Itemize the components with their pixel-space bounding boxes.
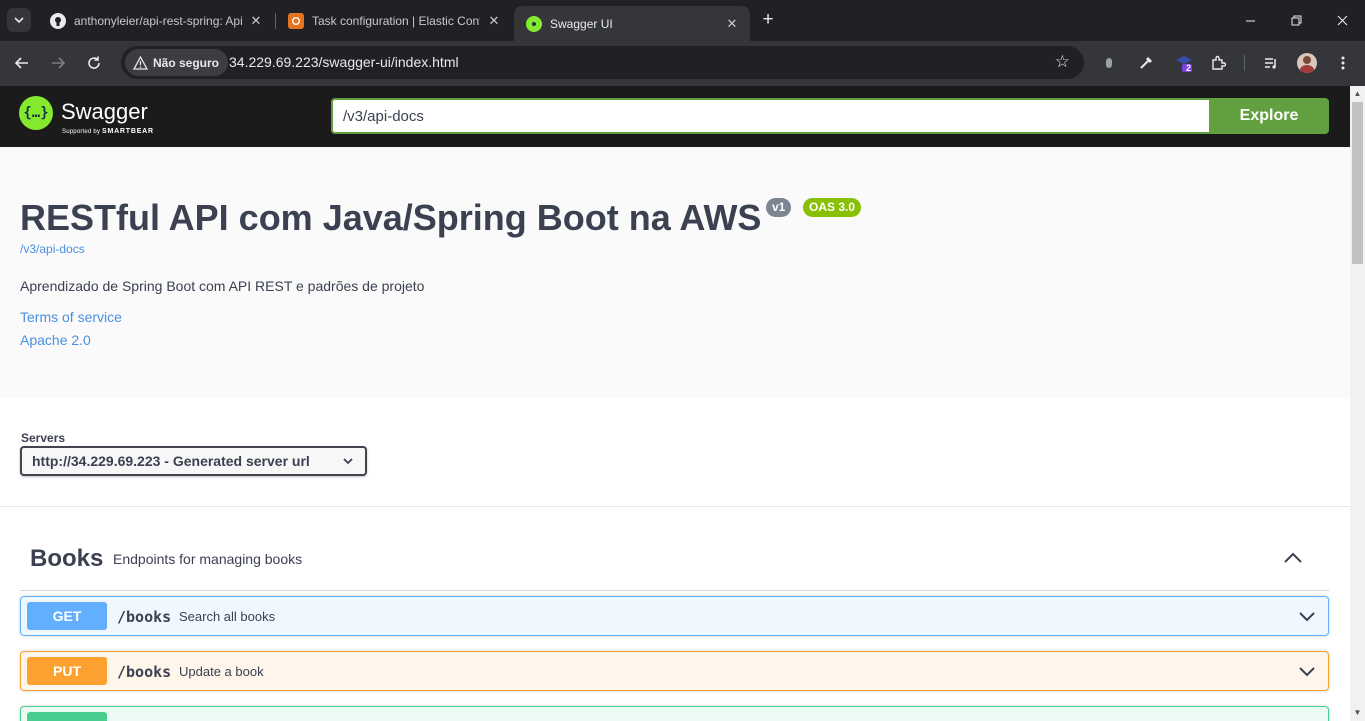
oas-badge: OAS 3.0 xyxy=(803,198,862,217)
operation-put-books[interactable]: PUT /books Update a book xyxy=(20,651,1329,691)
servers-selected-value: http://34.229.69.223 - Generated server … xyxy=(32,453,310,469)
brand-sub-name: SMARTBEAR xyxy=(101,128,154,135)
address-bar[interactable]: Não seguro 34.229.69.223/swagger-ui/inde… xyxy=(121,46,1084,79)
music-queue-icon xyxy=(1265,58,1276,69)
operation-get-books[interactable]: GET /books Search all books xyxy=(20,596,1329,636)
browser-menu-button[interactable] xyxy=(1332,52,1354,74)
close-icon xyxy=(1337,15,1347,25)
tab-aws-ecs[interactable]: Task configuration | Elastic Conta ✕ xyxy=(276,6,512,35)
close-icon[interactable]: ✕ xyxy=(248,13,264,29)
forward-button[interactable] xyxy=(46,51,70,75)
github-icon xyxy=(50,12,66,29)
arrow-left-icon xyxy=(14,57,28,69)
api-description: Aprendizado de Spring Boot com API REST … xyxy=(20,278,425,294)
spec-link[interactable]: /v3/api-docs xyxy=(20,242,85,256)
explore-button[interactable]: Explore xyxy=(1209,98,1329,134)
swagger-brand-subtitle: Supported by SMARTBEAR xyxy=(62,128,154,135)
eyedropper-icon xyxy=(1140,56,1153,69)
tab-swagger-ui[interactable]: Swagger UI ✕ xyxy=(514,6,750,41)
page-scrollbar[interactable]: ▲ ▼ xyxy=(1350,86,1365,721)
extension-button[interactable]: 2 xyxy=(1173,52,1195,74)
new-tab-button[interactable]: + xyxy=(758,9,778,31)
minimize-button[interactable] xyxy=(1240,10,1260,30)
maximize-button[interactable] xyxy=(1286,10,1306,30)
avatar xyxy=(1297,53,1317,73)
tag-description: Endpoints for managing books xyxy=(113,551,303,567)
swagger-brand[interactable]: Swagger xyxy=(61,99,148,125)
security-label: Não seguro xyxy=(153,55,220,70)
reload-button[interactable] xyxy=(82,51,106,75)
terms-of-service-link[interactable]: Terms of service xyxy=(20,309,122,325)
tab-title: Swagger UI xyxy=(550,16,613,31)
toolbar-separator xyxy=(1244,55,1245,71)
brand-sub-prefix: Supported by xyxy=(62,129,101,135)
swagger-icon xyxy=(526,15,542,32)
tab-github[interactable]: anthonyleier/api-rest-spring: Api ✕ xyxy=(38,6,274,35)
chevron-down-icon[interactable] xyxy=(1297,662,1317,682)
operation-path: /books xyxy=(117,608,172,626)
puzzle-icon xyxy=(1212,55,1226,70)
scroll-down-arrow-icon[interactable]: ▼ xyxy=(1353,709,1362,717)
close-icon[interactable]: ✕ xyxy=(724,16,740,32)
tag-books-header[interactable]: Books Endpoints for managing books xyxy=(20,535,1329,591)
security-indicator[interactable]: Não seguro xyxy=(125,49,229,76)
scrollbar-thumb[interactable] xyxy=(1352,102,1363,264)
spec-url-input[interactable] xyxy=(331,98,1209,134)
close-window-button[interactable] xyxy=(1332,10,1352,30)
plus-icon: + xyxy=(762,9,774,30)
operation-post-books[interactable]: POST xyxy=(20,706,1329,721)
version-badge: v1 xyxy=(766,198,792,217)
operation-path: /books xyxy=(117,663,172,681)
reload-icon xyxy=(88,56,100,69)
tab-title: Task configuration | Elastic Conta xyxy=(312,13,480,28)
method-badge: POST xyxy=(27,712,107,721)
profile-button[interactable] xyxy=(1296,52,1318,74)
kebab-menu-icon xyxy=(1341,56,1345,70)
mouse-icon xyxy=(1106,58,1112,68)
minimize-icon xyxy=(1245,20,1255,21)
media-control-button[interactable] xyxy=(1260,52,1282,74)
back-button[interactable] xyxy=(10,51,34,75)
method-badge: GET xyxy=(27,602,107,630)
servers-section: Servers http://34.229.69.223 - Generated… xyxy=(0,398,1350,507)
servers-label: Servers xyxy=(21,431,66,445)
extension-button[interactable] xyxy=(1135,52,1157,74)
servers-select[interactable]: http://34.229.69.223 - Generated server … xyxy=(20,446,367,476)
extension-badge: 2 xyxy=(1186,63,1192,73)
warning-icon xyxy=(133,55,148,70)
arrow-right-icon xyxy=(52,57,66,69)
tag-name: Books xyxy=(30,545,104,572)
chevron-up-icon[interactable] xyxy=(1282,547,1304,569)
bookmark-star-icon[interactable]: ☆ xyxy=(1055,52,1070,72)
swagger-logo-icon[interactable]: {…} xyxy=(19,96,53,130)
page-title: RESTful API com Java/Spring Boot na AWS xyxy=(20,197,762,238)
chevron-down-icon xyxy=(343,458,353,465)
extensions-menu-button[interactable] xyxy=(1207,52,1229,74)
page-viewport: {…} Swagger Supported by SMARTBEAR Explo… xyxy=(0,86,1350,721)
operation-summary: Update a book xyxy=(179,664,264,679)
browser-toolbar: Não seguro 34.229.69.223/swagger-ui/inde… xyxy=(0,41,1365,86)
extension-button[interactable] xyxy=(1098,52,1120,74)
operation-summary: Search all books xyxy=(179,609,276,624)
aws-icon xyxy=(288,12,304,29)
chevron-down-icon[interactable] xyxy=(1297,607,1317,627)
api-info: RESTful API com Java/Spring Boot na AWS … xyxy=(0,147,1350,398)
restore-icon xyxy=(1291,15,1301,25)
method-badge: PUT xyxy=(27,657,107,685)
scroll-up-arrow-icon[interactable]: ▲ xyxy=(1353,90,1362,98)
license-link[interactable]: Apache 2.0 xyxy=(20,332,91,348)
tab-title: anthonyleier/api-rest-spring: Api xyxy=(74,13,242,28)
close-icon[interactable]: ✕ xyxy=(486,13,502,29)
chevron-down-icon xyxy=(14,17,24,24)
tab-search-button[interactable] xyxy=(7,8,31,32)
swagger-topbar: {…} Swagger Supported by SMARTBEAR Explo… xyxy=(0,86,1350,147)
url-text[interactable]: 34.229.69.223/swagger-ui/index.html xyxy=(229,54,459,70)
browser-tab-bar: anthonyleier/api-rest-spring: Api ✕ Task… xyxy=(0,0,1365,41)
